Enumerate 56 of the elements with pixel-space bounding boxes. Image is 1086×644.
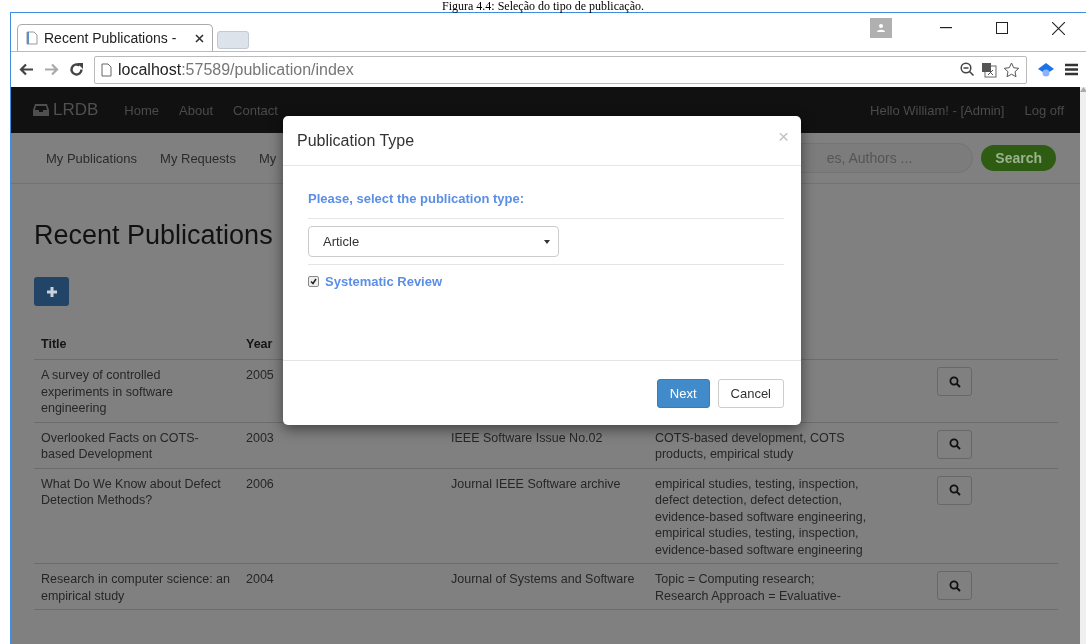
search-icon (948, 375, 961, 388)
table-cell: Journal of Systems and Software (451, 572, 635, 586)
type-dropdown[interactable]: Article (308, 226, 559, 257)
view-button[interactable] (937, 475, 972, 505)
star-icon[interactable] (1003, 61, 1020, 78)
inbox-icon (33, 103, 49, 117)
nav-link[interactable]: Contact (233, 102, 278, 118)
table-cell: A survey of controlled experiments in software engineering (34, 359, 239, 422)
nav-link[interactable]: Home (124, 102, 160, 118)
extension-icon[interactable] (1037, 61, 1055, 78)
table-cell: Research in computer science: an empirical study (34, 563, 239, 610)
user-greeting[interactable]: Hello William! - [Admin] (870, 102, 1005, 118)
prompt-label: Please, select the publication type: (308, 166, 784, 219)
column-header: Title (34, 331, 239, 360)
address-bar[interactable]: localhost:57589/publication/index (94, 55, 1027, 84)
figure-caption: Figura 4.4: Seleção do tipo de publicação. (441, 0, 645, 12)
close-icon[interactable] (195, 33, 204, 43)
nav-link[interactable]: About (179, 102, 214, 118)
dialog-title: Publication Type (297, 131, 415, 150)
back-icon[interactable] (19, 63, 34, 76)
table-cell: Journal IEEE Software archive (451, 476, 621, 491)
table-cell: empirical studies, testing, inspection, defect detection, defect detection, evidence-based software engineering, empirical studies, testing, inspection, evidence-based software engineering (655, 475, 867, 558)
view-button[interactable] (937, 571, 972, 600)
subnav-link[interactable]: My Publications (46, 150, 138, 166)
menu-icon[interactable] (1065, 63, 1078, 76)
table-cell: 2004 (239, 563, 444, 610)
table-cell: 2006 (239, 468, 444, 564)
subnav-link[interactable]: My Requests (160, 150, 236, 166)
page-title: Recent Publications (34, 220, 273, 251)
cancel-button[interactable]: Cancel (717, 378, 784, 408)
search-icon (948, 579, 961, 592)
view-button[interactable] (937, 429, 972, 459)
search-icon (948, 484, 961, 496)
checkbox[interactable] (308, 276, 319, 287)
table-cell: IEEE Software Issue No.02 (451, 430, 603, 445)
page-icon (101, 62, 112, 77)
checkbox-label[interactable]: Systematic Review (325, 274, 443, 289)
caret-icon (544, 239, 550, 244)
add-button[interactable] (34, 277, 69, 306)
browser-tab[interactable]: Recent Publications - (17, 24, 213, 51)
table-cell-text: COTS-based development, COTS products, empirical study (655, 429, 846, 463)
translate-icon[interactable] (981, 61, 997, 78)
zoom-out-icon[interactable] (960, 62, 975, 77)
table-cell-text: Topic = Computing research; Research Approach = Evaluative- (655, 571, 842, 604)
search-icon (948, 438, 961, 450)
table-cell: Overlooked Facts on COTS-based Development (34, 422, 239, 468)
search-button[interactable]: Search (981, 145, 1056, 171)
next-button[interactable]: Next (656, 378, 710, 408)
subnav-link[interactable]: My (258, 150, 277, 166)
log-off-link[interactable]: Log off (1024, 102, 1064, 118)
plus-icon (45, 285, 58, 298)
brand-link[interactable]: LRDB (53, 100, 99, 120)
reload-icon[interactable] (69, 62, 84, 77)
table-cell: What Do We Know about Defect Detection Methods? (34, 468, 239, 564)
view-button[interactable] (937, 367, 972, 396)
page-icon (26, 31, 38, 45)
